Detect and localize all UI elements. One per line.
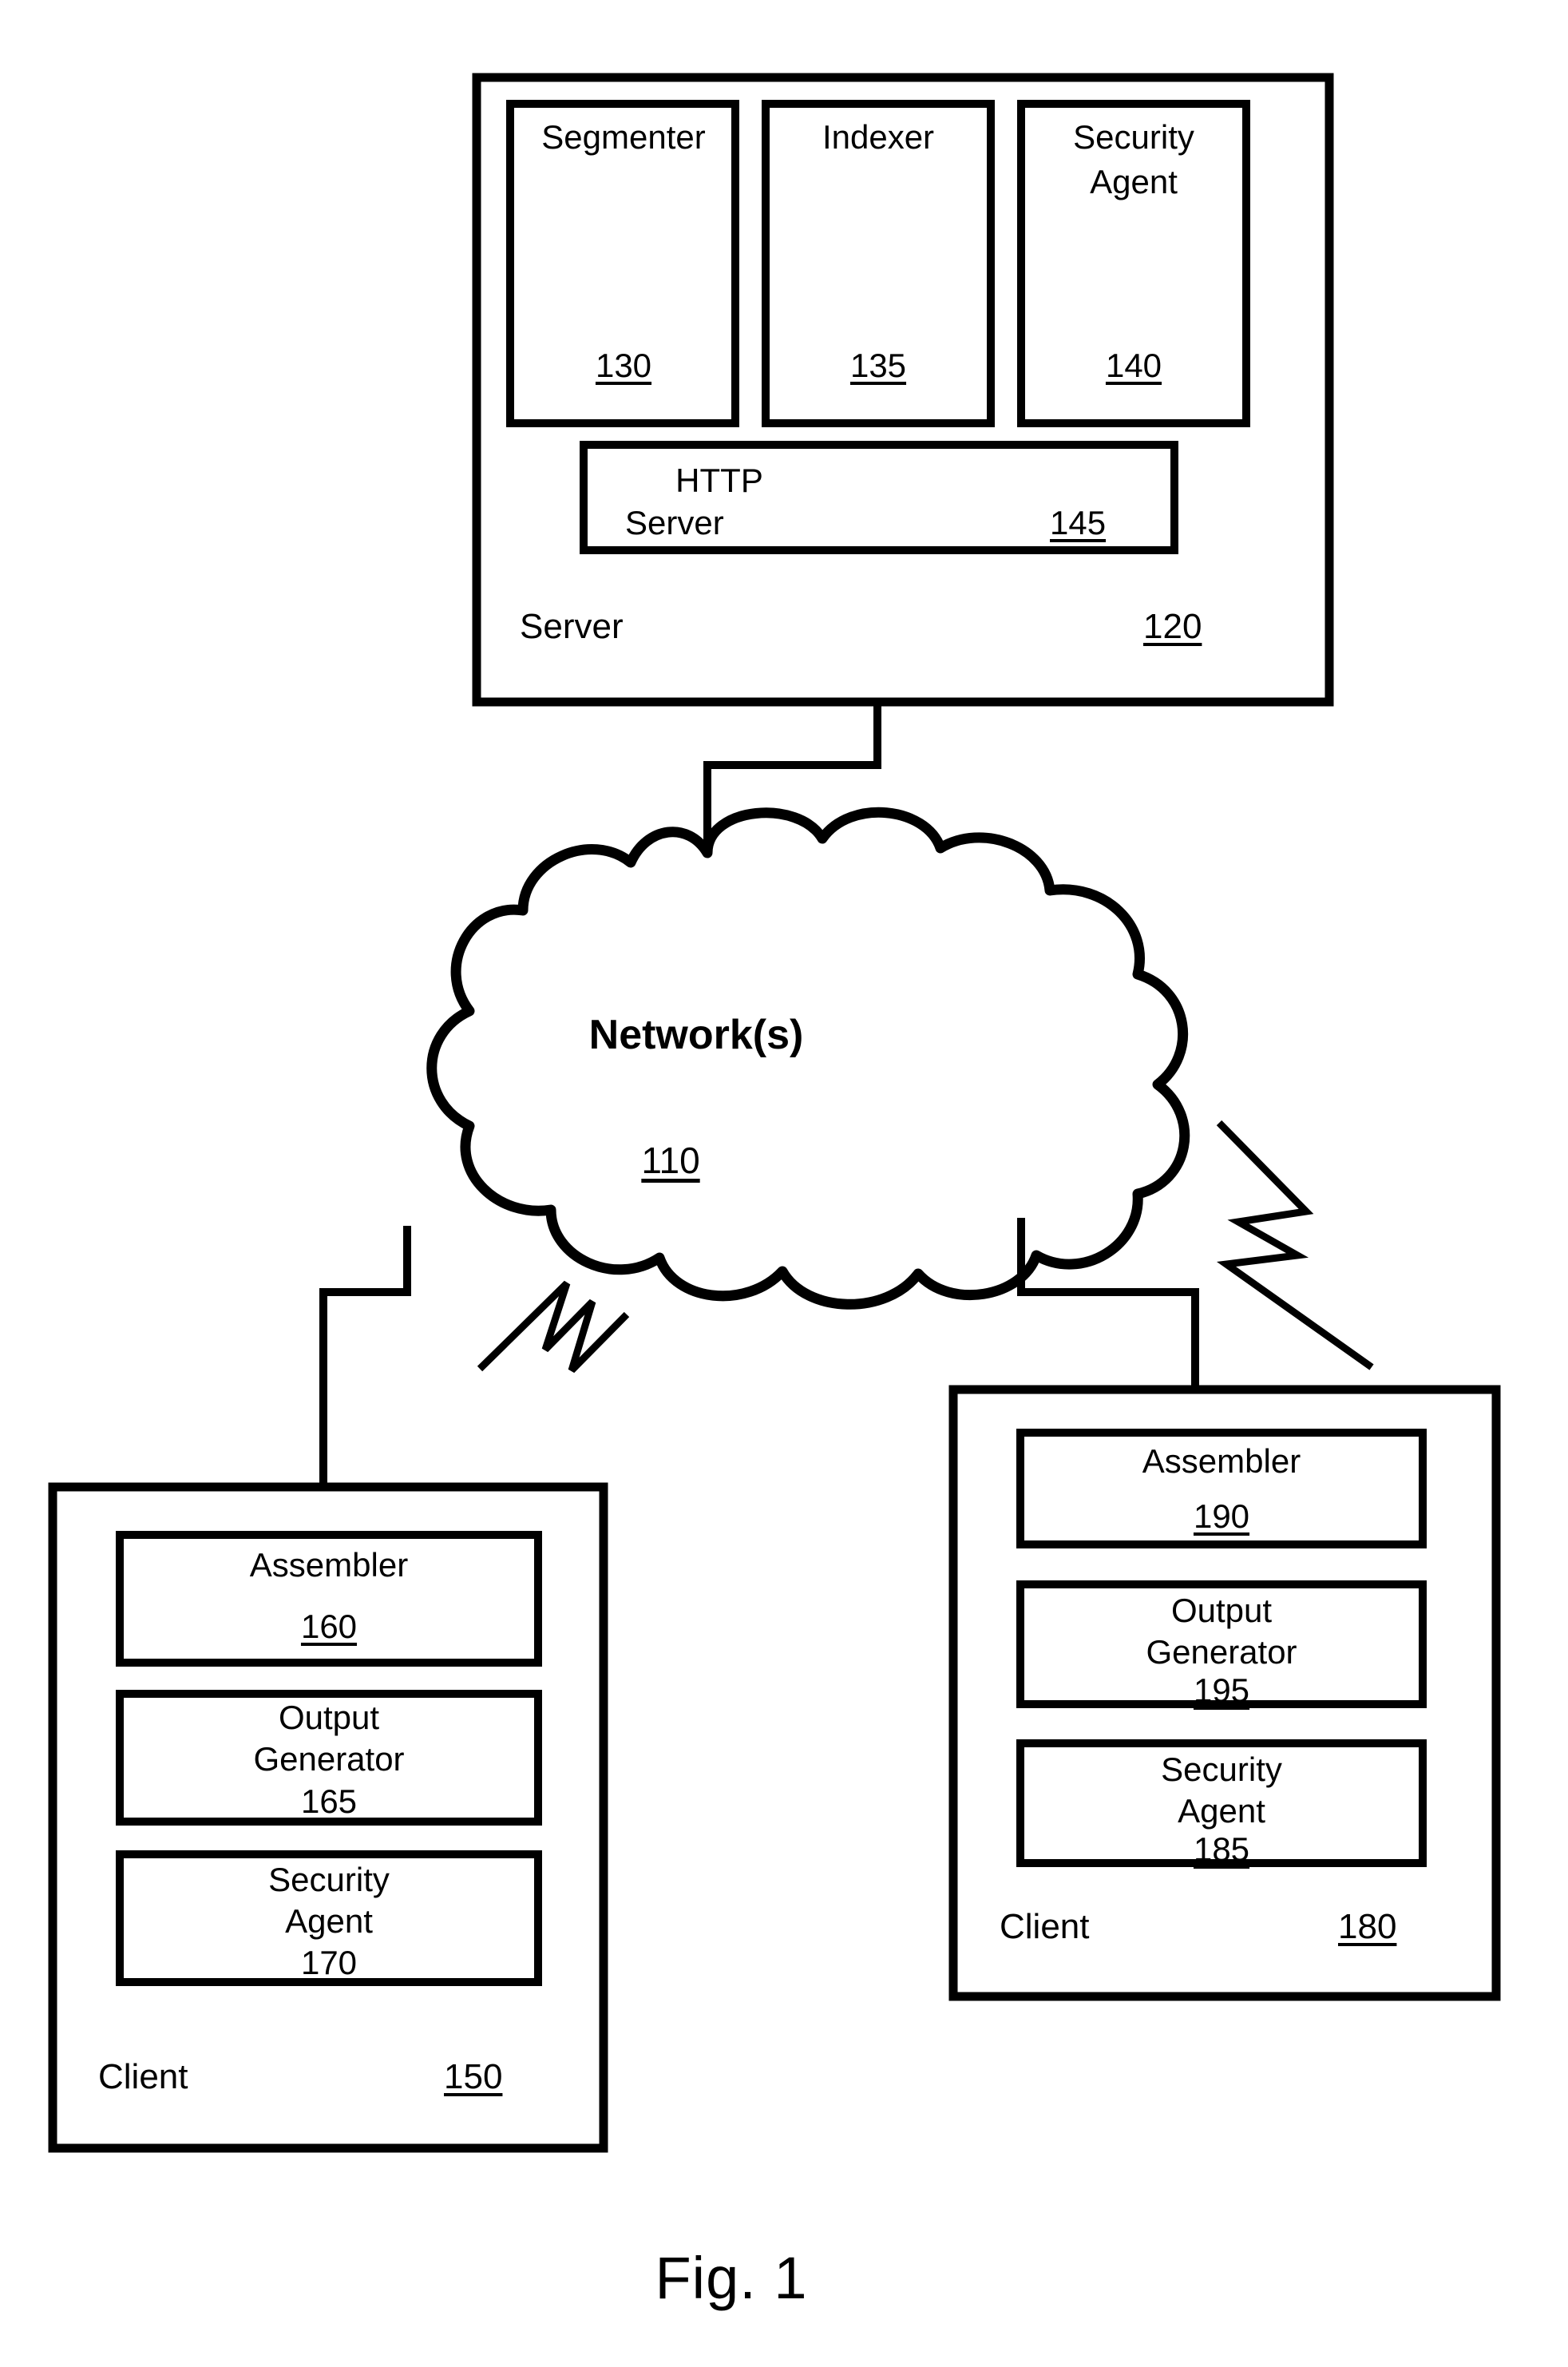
client-left-container-label: Client xyxy=(98,2057,188,2096)
client-right-output-generator-ref: 195 xyxy=(1193,1671,1250,1709)
client-right-security-agent-label-line2: Agent xyxy=(1178,1792,1265,1830)
server-container-ref: 120 xyxy=(1143,607,1202,646)
client-left-output-generator-label-line1: Output xyxy=(278,1699,380,1736)
figure-caption: Fig. 1 xyxy=(655,2245,808,2311)
http-server-label-line1: HTTP xyxy=(675,462,763,499)
segmenter-label: Segmenter xyxy=(541,118,706,156)
network-label: Network(s) xyxy=(588,1012,804,1058)
client-left-security-agent-ref: 170 xyxy=(300,1944,358,1981)
client-right-assembler-ref: 190 xyxy=(1193,1497,1250,1535)
lightning-bolt-right-icon xyxy=(1216,1120,1374,1370)
client-left-security-agent-label-line1: Security xyxy=(268,1861,390,1898)
indexer-ref: 135 xyxy=(849,347,907,384)
server-security-agent-ref: 140 xyxy=(1105,347,1162,384)
client-left-security-agent-label-line2: Agent xyxy=(285,1902,373,1940)
server-container-label: Server xyxy=(520,607,624,646)
client-right-output-generator-label-line2: Generator xyxy=(1146,1633,1297,1671)
client-right-security-agent-ref: 185 xyxy=(1193,1830,1250,1868)
indexer-label: Indexer xyxy=(822,118,935,156)
network-ref: 110 xyxy=(641,1140,700,1181)
network-cloud-shape xyxy=(426,807,1190,1310)
figure-linework xyxy=(48,73,1501,2153)
http-server-ref: 145 xyxy=(1050,504,1107,541)
client-left-output-generator-label-line2: Generator xyxy=(253,1740,405,1778)
client-left-container-ref: 150 xyxy=(444,2057,503,2096)
server-security-agent-label-line1: Security xyxy=(1073,118,1194,156)
client-right-container-label: Client xyxy=(1000,1907,1090,1946)
client-left-output-generator-ref: 165 xyxy=(300,1782,358,1820)
lightning-bolt-left-icon xyxy=(477,1280,630,1374)
http-server-label-line2: Server xyxy=(625,504,724,541)
connector-network-to-client-left xyxy=(319,1226,411,1491)
client-right-assembler-label: Assembler xyxy=(1142,1442,1301,1480)
patent-figure: Segmenter 130 Indexer 135 Security Agent… xyxy=(0,0,1568,2367)
client-right-output-generator-label-line1: Output xyxy=(1170,1592,1273,1629)
client-left-assembler-label: Assembler xyxy=(249,1546,409,1584)
client-left-assembler-ref: 160 xyxy=(300,1608,358,1645)
client-right-container-ref: 180 xyxy=(1338,1907,1397,1946)
server-security-agent-label-line2: Agent xyxy=(1090,163,1178,200)
client-right-security-agent-label-line1: Security xyxy=(1161,1750,1282,1788)
segmenter-ref: 130 xyxy=(595,347,652,384)
